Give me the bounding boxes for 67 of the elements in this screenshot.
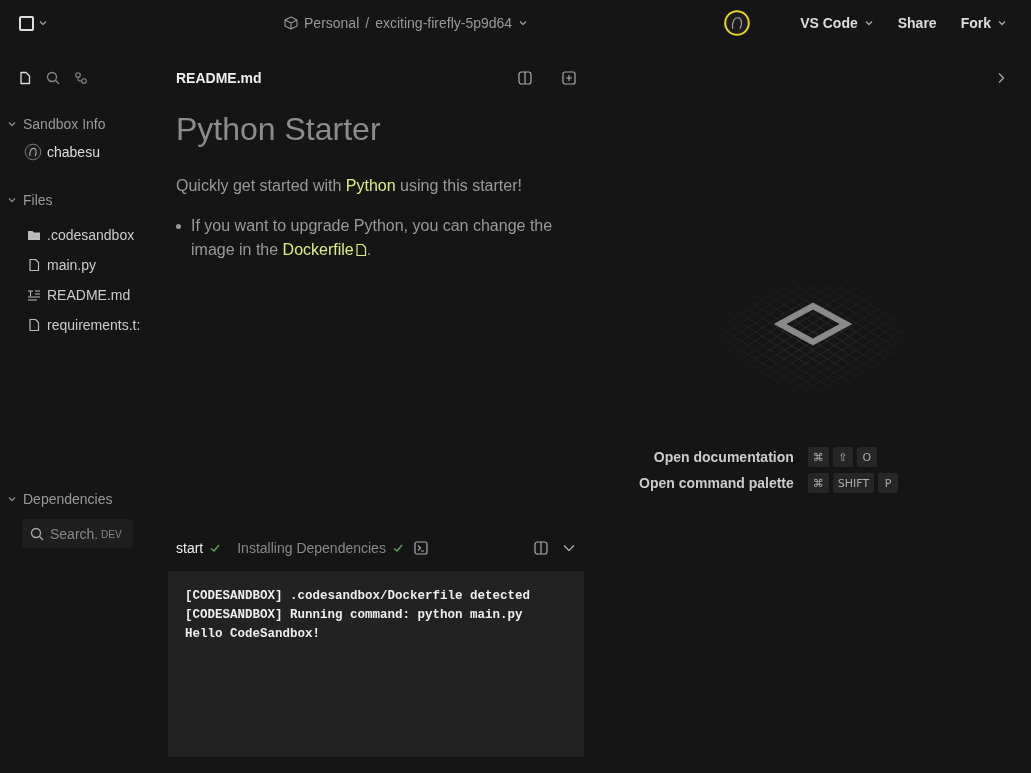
cube-icon (284, 16, 298, 30)
workspace-name: Personal (304, 15, 360, 31)
caret-icon (7, 119, 17, 129)
file-icon (28, 258, 40, 272)
key-cap: ⌘ (807, 473, 829, 493)
text-lines-icon (27, 289, 41, 301)
bullet-icon (176, 224, 181, 230)
terminal-line: [CODESANDBOX] .codesandbox/Dockerfile detected (185, 588, 532, 605)
new-tab-button[interactable] (562, 71, 576, 85)
app-menu-button[interactable] (19, 15, 48, 31)
key-cap: P (878, 473, 899, 493)
search-icon (30, 526, 44, 541)
file-icon (354, 243, 367, 258)
section-header[interactable]: Dependencies (0, 485, 150, 513)
key-cap: SHIFT (832, 473, 875, 493)
search-input[interactable]: Search. (50, 525, 100, 542)
sandbox-name-dropdown[interactable]: exciting-firefly-5p9d64 (375, 15, 529, 31)
shortcut-label: Open command palette (639, 475, 794, 491)
file-tree-item[interactable]: .codesandbox (0, 220, 150, 250)
key-cap: O (856, 447, 877, 467)
bullet-text: If you want to upgrade Python, you can change the image in the Dockerfile . (191, 214, 556, 263)
dockerfile-link[interactable]: Dockerfile (282, 238, 367, 263)
search-icon (46, 71, 60, 85)
terminal-tab[interactable]: Installing Dependencies (237, 540, 404, 556)
terminal-tab[interactable]: start (176, 540, 222, 556)
file-tree-item[interactable]: README.md (0, 280, 150, 310)
caret-icon (38, 18, 48, 28)
split-view-icon (534, 541, 548, 555)
intro-paragraph: Quickly get started with Python using this starter! (176, 174, 576, 199)
avatar-icon (24, 143, 42, 161)
branch-icon (74, 71, 88, 85)
share-button[interactable]: Share (887, 9, 947, 37)
avatar-icon (724, 10, 751, 36)
add-icon (562, 71, 576, 85)
check-icon (391, 542, 404, 554)
folder-icon (27, 229, 41, 241)
dropdown-button[interactable]: VS Code (790, 9, 884, 37)
dropdown-button[interactable]: Fork (950, 9, 1017, 37)
split-view-icon (518, 71, 532, 85)
terminal-line: Hello CodeSandbox! (185, 626, 322, 643)
editor-tab[interactable]: README.md (176, 70, 488, 86)
shortcut-label: Open documentation (652, 449, 794, 465)
readme-heading: Python Starter (176, 110, 382, 149)
section-header[interactable]: Sandbox Info (0, 110, 150, 138)
caret-icon (997, 18, 1007, 28)
search-field[interactable]: Search. DEV (22, 519, 133, 548)
split-terminal-button[interactable] (534, 541, 548, 555)
file-icon (18, 71, 32, 85)
caret-icon (7, 195, 17, 205)
sidebar-tool[interactable] (18, 71, 32, 85)
check-icon (209, 542, 222, 554)
terminal-icon (413, 541, 428, 555)
key-cap: ⇧ (832, 447, 853, 467)
python-link[interactable]: Python (345, 174, 396, 199)
new-terminal-button[interactable] (413, 541, 428, 555)
key-cap: ⌘ (807, 447, 829, 467)
split-editor-button[interactable] (518, 71, 532, 85)
caret-icon (863, 18, 874, 28)
user-name: chabesu (47, 144, 100, 160)
caret-icon (518, 18, 529, 28)
file-icon (28, 318, 40, 332)
breadcrumb-separator: / (365, 15, 370, 31)
section-header[interactable]: Files (0, 186, 150, 214)
terminal-line: [CODESANDBOX] Running command: python main.py (185, 607, 524, 624)
caret-icon (7, 494, 17, 504)
file-tree-item[interactable]: main.py (0, 250, 150, 280)
file-tree-item[interactable]: requirements.t: (0, 310, 150, 340)
